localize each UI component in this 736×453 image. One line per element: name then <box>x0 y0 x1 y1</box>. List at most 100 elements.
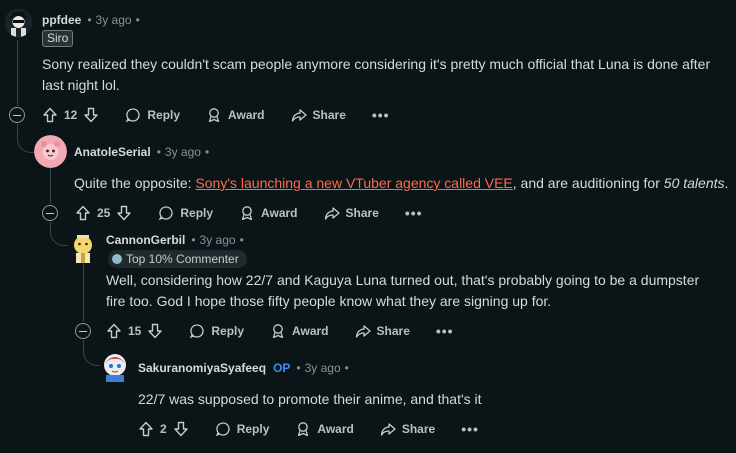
more-options-icon[interactable]: ••• <box>461 421 479 437</box>
timestamp[interactable]: 3y ago <box>305 361 341 375</box>
share-label: Share <box>401 422 436 436</box>
minus-icon <box>13 114 21 116</box>
upvote-button[interactable] <box>138 421 154 437</box>
timestamp[interactable]: 3y ago <box>96 13 132 27</box>
timestamp[interactable]: 3y ago <box>200 233 236 247</box>
badge-label: Top 10% Commenter <box>126 252 239 266</box>
user-flair: Siro <box>42 30 74 47</box>
reply-label: Reply <box>236 422 270 436</box>
share-icon <box>291 109 307 122</box>
award-button[interactable]: Award <box>206 107 265 123</box>
downvote-button[interactable] <box>116 205 132 221</box>
award-icon <box>208 108 220 123</box>
username[interactable]: CannonGerbil <box>106 233 185 247</box>
upvote-icon <box>76 205 90 221</box>
thread-line[interactable] <box>83 262 84 322</box>
reply-button[interactable]: Reply <box>189 323 244 339</box>
award-icon <box>272 324 284 339</box>
comment-header: SakuranomiyaSyafeeq OP • 3y ago • <box>138 360 349 376</box>
separator-dot: • <box>204 145 210 159</box>
comment-thread: ppfdee • 3y ago • Siro Sony realized the… <box>0 0 736 453</box>
separator-dot: • <box>296 361 301 375</box>
comment-body: Well, considering how 22/7 and Kaguya Lu… <box>106 272 700 309</box>
thread-connector <box>50 228 68 246</box>
top-commenter-icon <box>112 254 122 264</box>
separator-dot: • <box>239 233 244 247</box>
op-badge: OP <box>273 361 291 375</box>
separator-dot: • <box>344 361 349 375</box>
share-button[interactable]: Share <box>291 107 346 123</box>
award-label: Award <box>261 206 298 220</box>
downvote-icon <box>117 205 132 221</box>
comment-header: AnatoleSerial • 3y ago • <box>74 144 209 160</box>
downvote-button[interactable] <box>83 107 99 123</box>
reply-button[interactable]: Reply <box>125 107 180 123</box>
comment-actions: 2 Reply Award Share ••• <box>138 417 479 441</box>
downvote-button[interactable] <box>173 421 189 437</box>
separator-dot: • <box>135 13 140 27</box>
collapse-button[interactable] <box>9 107 25 123</box>
minus-icon <box>79 330 87 332</box>
username[interactable]: SakuranomiyaSyafeeq <box>138 361 266 375</box>
comment-actions: 25 Reply Award Share ••• <box>75 201 423 225</box>
upvote-button[interactable] <box>42 107 58 123</box>
award-label: Award <box>292 324 329 338</box>
award-label: Award <box>317 422 354 436</box>
thread-line[interactable] <box>17 40 18 106</box>
downvote-icon <box>148 323 163 339</box>
share-button[interactable]: Share <box>355 323 410 339</box>
minus-icon <box>46 212 54 214</box>
comment-body: 22/7 was supposed to promote their anime… <box>138 391 482 407</box>
article-link[interactable]: Sony's launching a new VTuber agency cal… <box>195 175 512 191</box>
upvote-icon <box>139 421 153 437</box>
reply-button[interactable]: Reply <box>158 205 213 221</box>
upvote-icon <box>43 107 57 123</box>
vote-count: 12 <box>64 108 78 122</box>
award-button[interactable]: Award <box>239 205 298 221</box>
username[interactable]: AnatoleSerial <box>74 145 151 159</box>
avatar[interactable] <box>68 231 98 263</box>
body-text: , and are auditioning for <box>512 175 664 191</box>
comment-bubble-icon <box>190 324 204 339</box>
more-options-icon[interactable]: ••• <box>372 107 390 123</box>
avatar[interactable] <box>100 351 130 382</box>
upvote-button[interactable] <box>106 323 122 339</box>
award-button[interactable]: Award <box>295 421 354 437</box>
collapse-button[interactable] <box>42 205 58 221</box>
separator-dot: • <box>87 13 92 27</box>
more-options-icon[interactable]: ••• <box>436 323 454 339</box>
share-label: Share <box>345 206 379 220</box>
collapse-button[interactable] <box>75 323 91 339</box>
body-text: Quite the opposite: <box>74 175 196 191</box>
comment-body: Quite the opposite: Sony's launching a n… <box>74 173 734 194</box>
reply-label: Reply <box>180 206 214 220</box>
comment-header: CannonGerbil • 3y ago • <box>106 232 244 248</box>
share-icon <box>324 207 340 220</box>
comment-actions: 15 Reply Award Share ••• <box>106 319 454 343</box>
thread-line[interactable] <box>50 168 51 204</box>
thread-line[interactable] <box>17 124 18 134</box>
avatar[interactable] <box>4 8 33 37</box>
body-emphasis: 50 talents <box>663 175 725 191</box>
award-icon <box>298 422 309 437</box>
upvote-button[interactable] <box>75 205 91 221</box>
share-label: Share <box>312 108 346 122</box>
reply-button[interactable]: Reply <box>215 421 270 437</box>
avatar[interactable] <box>34 135 67 168</box>
award-button[interactable]: Award <box>270 323 329 339</box>
timestamp[interactable]: 3y ago <box>165 145 201 159</box>
share-button[interactable]: Share <box>380 421 435 437</box>
username[interactable]: ppfdee <box>42 13 81 27</box>
share-label: Share <box>376 324 410 338</box>
downvote-button[interactable] <box>147 323 163 339</box>
comment-actions: 12 Reply Award Share ••• <box>42 103 390 127</box>
downvote-icon <box>84 107 99 123</box>
more-options-icon[interactable]: ••• <box>405 205 423 221</box>
downvote-icon <box>173 421 188 437</box>
comment-bubble-icon <box>126 108 140 123</box>
share-button[interactable]: Share <box>324 205 379 221</box>
award-label: Award <box>228 108 265 122</box>
reply-label: Reply <box>211 324 245 338</box>
share-icon <box>355 325 371 338</box>
comment-bubble-icon <box>159 206 173 221</box>
